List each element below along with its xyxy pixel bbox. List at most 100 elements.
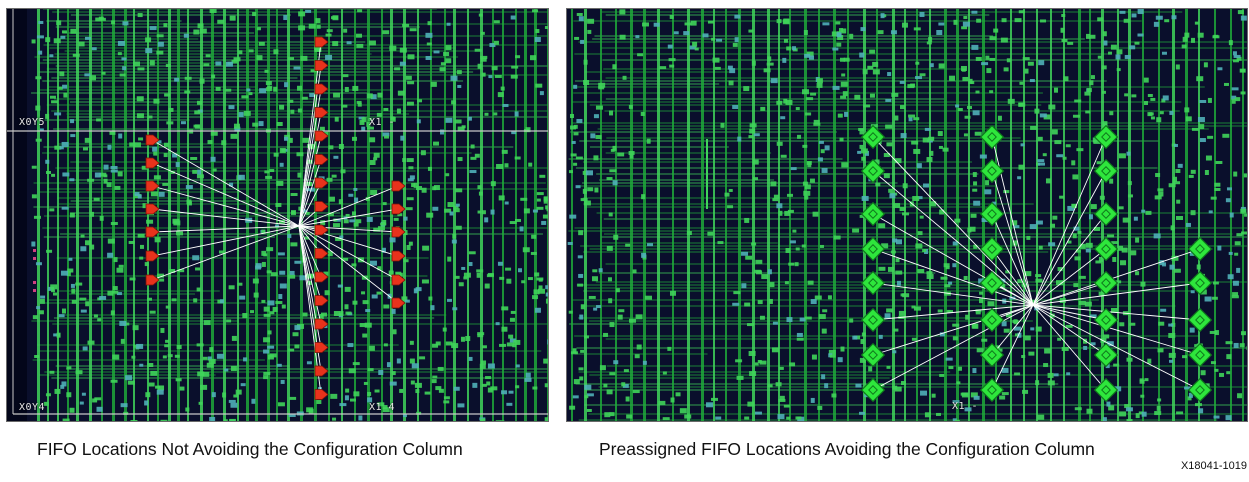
placed-cell bbox=[891, 93, 898, 97]
placed-cell bbox=[952, 263, 956, 267]
placed-cell bbox=[870, 94, 875, 98]
placed-cell bbox=[1034, 109, 1039, 114]
placed-cell bbox=[488, 388, 493, 393]
placed-cell bbox=[1235, 97, 1240, 101]
placed-cell bbox=[1089, 214, 1093, 219]
placed-cell bbox=[185, 407, 189, 411]
placed-cell bbox=[56, 20, 61, 25]
placed-cell bbox=[62, 207, 69, 210]
placed-cell bbox=[967, 106, 972, 109]
placed-cell bbox=[472, 383, 477, 388]
column-line bbox=[47, 9, 49, 421]
placed-cell bbox=[342, 74, 348, 77]
placed-cell bbox=[1208, 98, 1212, 103]
placed-cell bbox=[913, 149, 920, 154]
placed-cell bbox=[397, 358, 401, 363]
placed-cell bbox=[70, 212, 75, 217]
placed-cell bbox=[1073, 233, 1077, 238]
placed-cell bbox=[233, 394, 238, 397]
fifo-marker-green-23 bbox=[1095, 379, 1118, 402]
placed-cell bbox=[1063, 76, 1068, 81]
placed-cell bbox=[121, 339, 125, 344]
placed-cell bbox=[989, 90, 993, 93]
placed-cell bbox=[543, 359, 548, 364]
placed-cell bbox=[291, 210, 296, 215]
placed-cell bbox=[273, 49, 278, 54]
placed-cell bbox=[445, 45, 451, 50]
figure-id: X18041-1019 bbox=[1181, 460, 1247, 472]
placed-cell bbox=[576, 185, 581, 188]
placed-cell bbox=[501, 306, 508, 310]
placed-cell bbox=[1119, 322, 1124, 326]
column-line bbox=[1185, 9, 1188, 421]
placed-cell bbox=[199, 402, 203, 405]
placed-cell bbox=[899, 311, 906, 316]
placed-cell bbox=[250, 310, 254, 313]
placed-cell bbox=[1186, 116, 1192, 121]
placed-cell bbox=[1066, 144, 1071, 147]
placed-cell bbox=[468, 262, 472, 266]
placed-cell bbox=[544, 199, 548, 204]
placed-cell bbox=[276, 181, 283, 186]
placed-cell bbox=[269, 311, 274, 314]
placed-cell bbox=[821, 374, 825, 379]
placed-cell bbox=[288, 57, 294, 60]
column-line bbox=[341, 9, 343, 421]
placed-cell bbox=[911, 141, 918, 145]
placed-cell bbox=[998, 116, 1002, 121]
placed-cell bbox=[1100, 196, 1105, 200]
edge-mark-0 bbox=[33, 249, 36, 252]
placed-cell bbox=[452, 307, 457, 310]
placed-cell bbox=[1019, 82, 1023, 85]
placed-cell bbox=[49, 208, 54, 211]
placed-cell bbox=[1163, 95, 1169, 100]
placed-cell bbox=[243, 357, 247, 361]
placed-cell bbox=[254, 293, 259, 298]
placed-cell bbox=[1174, 269, 1181, 273]
placed-cell bbox=[1126, 152, 1130, 156]
placed-cell bbox=[394, 67, 400, 70]
placed-cell bbox=[1019, 10, 1025, 13]
placed-cell bbox=[81, 235, 85, 238]
placed-cell bbox=[546, 299, 548, 304]
placed-cell bbox=[1001, 38, 1008, 43]
placed-cell bbox=[484, 113, 488, 116]
placed-cell bbox=[1171, 15, 1176, 19]
placed-cell bbox=[900, 105, 905, 109]
placed-cell bbox=[683, 31, 689, 35]
placed-cell bbox=[1144, 78, 1149, 83]
placed-cell bbox=[456, 226, 462, 230]
column-line bbox=[643, 9, 646, 421]
placed-cell bbox=[806, 97, 813, 100]
placed-cell bbox=[528, 163, 532, 167]
placed-cell bbox=[252, 12, 256, 16]
placed-cell bbox=[1028, 352, 1034, 356]
placed-cell bbox=[804, 196, 808, 200]
placed-cell bbox=[609, 169, 616, 172]
placed-cell bbox=[684, 415, 691, 419]
placed-cell bbox=[771, 78, 778, 83]
placed-cell bbox=[1135, 238, 1139, 243]
placed-cell bbox=[31, 242, 35, 247]
placed-cell bbox=[94, 314, 98, 317]
placed-cell bbox=[999, 396, 1005, 400]
placed-cell bbox=[786, 46, 791, 50]
placed-cell bbox=[1119, 411, 1126, 416]
placed-cell bbox=[1191, 210, 1196, 215]
placed-cell bbox=[668, 45, 673, 49]
column-line bbox=[367, 9, 370, 421]
placed-cell bbox=[1144, 378, 1148, 381]
placed-cell bbox=[795, 262, 799, 266]
placed-cell bbox=[284, 82, 288, 87]
placed-cell bbox=[706, 402, 713, 407]
placed-cell bbox=[309, 24, 316, 29]
placed-cell bbox=[417, 99, 422, 102]
placed-cell bbox=[903, 183, 908, 188]
placed-cell bbox=[288, 100, 293, 103]
placed-cell bbox=[813, 123, 820, 126]
placed-cell bbox=[574, 37, 579, 40]
placed-cell bbox=[532, 295, 538, 299]
placed-cell bbox=[480, 364, 486, 369]
placed-cell bbox=[948, 282, 952, 285]
placed-cell bbox=[1198, 408, 1203, 413]
